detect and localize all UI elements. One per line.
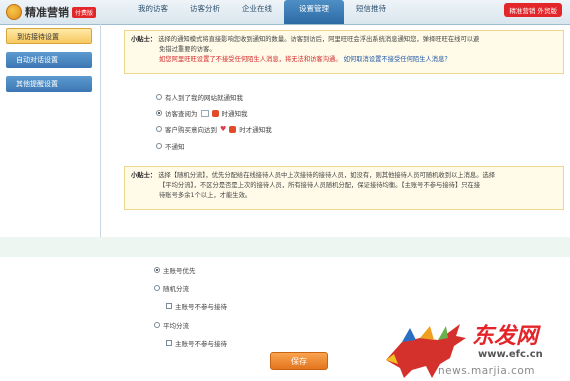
top-bar: 精准营销 付费版 我的访客 访客分析 企业在线 设置管理 短信推待 精准营销 外… — [0, 0, 570, 25]
radio-button[interactable] — [156, 94, 162, 100]
checkbox-label: 主账号不参与接待 — [175, 340, 227, 348]
watermark: 东发网 www.efc.cn news.marjia.com — [380, 318, 570, 381]
dist-option-random[interactable]: 随机分流 — [154, 283, 189, 293]
average-exclude-primary[interactable]: 主账号不参与接待 — [166, 338, 227, 348]
notify-option-level[interactable]: 访客查阅为 时通知我 — [156, 108, 248, 118]
option-label: 客户购买意向达到 — [165, 126, 217, 134]
section-band — [0, 237, 570, 257]
notify-option-any[interactable]: 有人到了我的网站就通知我 — [156, 92, 243, 102]
option-label: 访客查阅为 — [165, 110, 198, 118]
watermark-url-secondary: news.marjia.com — [438, 365, 536, 377]
sidebar-item-visit-reception[interactable]: 到访接待设置 — [6, 28, 92, 44]
radio-button[interactable] — [154, 322, 160, 328]
tip-text-cont: 待账号多余1个以上，才能生效。 — [159, 192, 252, 199]
logo-icon — [6, 4, 22, 20]
tip-box-notify: 小贴士： 选择的通知模式将直接影响您收到通知的数量。访客到访后，阿里旺旺会浮出系… — [124, 30, 564, 74]
tip-label: 小贴士： — [131, 36, 157, 43]
watermark-brand: 东发网 — [472, 323, 539, 349]
radio-button[interactable] — [156, 143, 162, 149]
sidebar-item-auto-dialog[interactable]: 自动对话设置 — [6, 52, 92, 68]
notify-option-none[interactable]: 不通知 — [156, 141, 185, 151]
tip-text-cont: 【平均分流】，不区分是否是上次的接待人员，所有接待人员随机分配，保证接待均衡。【… — [159, 182, 481, 189]
sidebar-divider — [100, 24, 101, 237]
radio-button-selected[interactable] — [156, 110, 162, 116]
tip-warning: 如您阿里旺旺设置了不接受任何陌生人消息，将无法和访客沟通。 — [159, 56, 342, 63]
radio-button-selected[interactable] — [154, 267, 160, 273]
tip-help-link[interactable]: 如何取消设置不接受任何陌生人消息？ — [344, 56, 451, 63]
tip-text-cont: 免错过重要的访客。 — [159, 46, 216, 53]
tip-label: 小贴士： — [131, 172, 157, 179]
tab-settings[interactable]: 设置管理 — [284, 0, 344, 24]
app-logo[interactable]: 精准营销 付费版 — [6, 4, 97, 20]
tab-visitor-analysis[interactable]: 访客分析 — [180, 0, 230, 24]
option-label: 平均分流 — [163, 322, 189, 330]
option-label-post: 时才通知我 — [239, 126, 272, 134]
level-input[interactable] — [200, 109, 209, 117]
option-label: 随机分流 — [163, 285, 189, 293]
user-badge[interactable]: 精准营销 外贸版 — [504, 3, 562, 17]
option-label: 主账号优先 — [163, 267, 196, 275]
save-button[interactable]: 保存 — [270, 352, 328, 370]
main-nav: 我的访客 访客分析 企业在线 设置管理 短信推待 — [128, 0, 398, 24]
sidebar: 到访接待设置 自动对话设置 其他提醒设置 — [0, 28, 100, 100]
tip-box-distribution: 小贴士： 选择【随机分流】，优先分配给在线接待人员中上次接待的接待人员，如没有，… — [124, 166, 564, 210]
option-label-post: 时通知我 — [221, 110, 248, 118]
tip-text: 选择【随机分流】，优先分配给在线接待人员中上次接待的接待人员，如没有，则其他接待… — [158, 172, 496, 179]
level-badge-icon — [211, 109, 219, 117]
tab-enterprise-online[interactable]: 企业在线 — [232, 0, 282, 24]
radio-button[interactable] — [156, 126, 162, 132]
tab-sms[interactable]: 短信推待 — [346, 0, 396, 24]
dist-option-primary[interactable]: 主账号优先 — [154, 265, 196, 275]
checkbox-label: 主账号不参与接待 — [175, 303, 227, 311]
sidebar-item-other-reminder[interactable]: 其他提醒设置 — [6, 76, 92, 92]
option-label: 不通知 — [165, 143, 185, 151]
checkbox[interactable] — [166, 340, 172, 346]
logo-text: 精准营销 — [25, 6, 69, 19]
logo-badge: 付费版 — [72, 6, 97, 18]
heart-icon: ♥ — [220, 125, 227, 133]
option-label: 有人到了我的网站就通知我 — [165, 94, 243, 102]
watermark-url: www.efc.cn — [478, 349, 543, 360]
tab-my-visitors[interactable]: 我的访客 — [128, 0, 178, 24]
random-exclude-primary[interactable]: 主账号不参与接待 — [166, 301, 227, 311]
notify-option-intent[interactable]: 客户购买意向达到 ♥ 时才通知我 — [156, 124, 272, 134]
radio-button[interactable] — [154, 285, 160, 291]
dist-option-average[interactable]: 平均分流 — [154, 320, 189, 330]
checkbox[interactable] — [166, 303, 172, 309]
intent-badge-icon — [229, 125, 237, 133]
tip-text: 选择的通知模式将直接影响您收到通知的数量。访客到访后，阿里旺旺会浮出系统消息通知… — [158, 36, 480, 43]
